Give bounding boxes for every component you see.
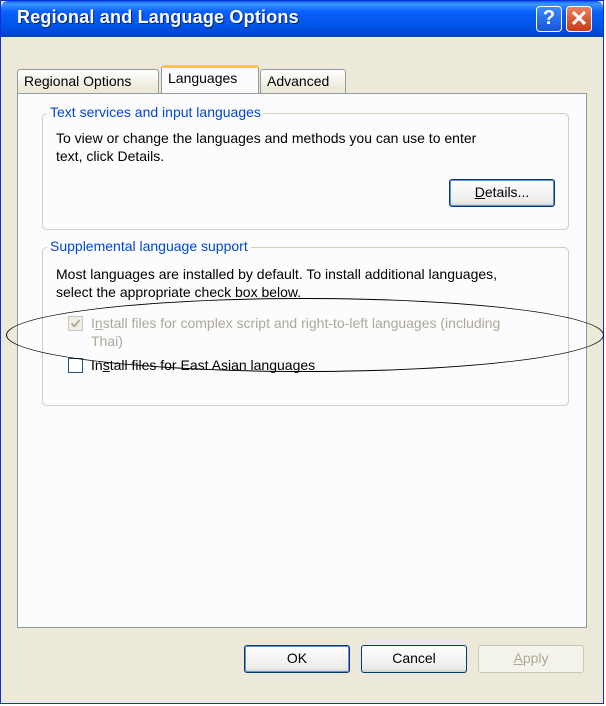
dialog-window: Regional and Language Options ? ✕ Region… [0, 0, 604, 704]
text-services-group: Text services and input languages To vie… [42, 104, 569, 230]
supplemental-description-line2: select the appropriate check box below. [56, 284, 302, 300]
details-label-post: etails... [484, 184, 530, 200]
tab-advanced[interactable]: Advanced [260, 69, 346, 93]
details-label-accel: D [474, 184, 485, 200]
checkmark-icon [70, 319, 81, 328]
tab-regional-options[interactable]: Regional Options [17, 69, 159, 93]
tab-label: Advanced [267, 73, 330, 89]
tab-panel-languages: Text services and input languages To vie… [17, 93, 587, 628]
east-asian-label[interactable]: Install files for East Asian languages [91, 356, 315, 374]
apply-label-accel: A [513, 650, 523, 666]
text-services-legend: Text services and input languages [47, 104, 264, 120]
text-services-description-line1: To view or change the languages and meth… [56, 130, 477, 146]
close-icon: ✕ [569, 6, 589, 31]
supplemental-description-line1: Most languages are installed by default.… [56, 266, 498, 282]
help-icon: ? [542, 7, 556, 29]
apply-label-post: pply [522, 650, 549, 666]
tab-label: Regional Options [24, 73, 132, 89]
complex-script-label: Install files for complex script and rig… [91, 315, 501, 331]
complex-script-checkbox[interactable] [68, 316, 83, 331]
close-button[interactable]: ✕ [566, 6, 592, 32]
supplemental-legend: Supplemental language support [47, 238, 251, 254]
ok-button[interactable]: OK [244, 645, 350, 673]
east-asian-checkbox[interactable] [68, 358, 83, 373]
details-button[interactable]: Details... [449, 179, 555, 207]
tab-label: Languages [168, 70, 238, 86]
text-services-description-line2: text, click Details. [56, 148, 165, 164]
window-title: Regional and Language Options [17, 7, 299, 27]
tab-languages[interactable]: Languages [161, 65, 259, 93]
complex-script-label-line2: Thai) [91, 333, 123, 349]
title-bar[interactable]: Regional and Language Options ? ✕ [1, 1, 603, 37]
cancel-button[interactable]: Cancel [361, 645, 467, 673]
apply-button: Apply [478, 645, 584, 673]
help-button[interactable]: ? [536, 6, 562, 32]
supplemental-group: Supplemental language support Most langu… [42, 238, 569, 406]
